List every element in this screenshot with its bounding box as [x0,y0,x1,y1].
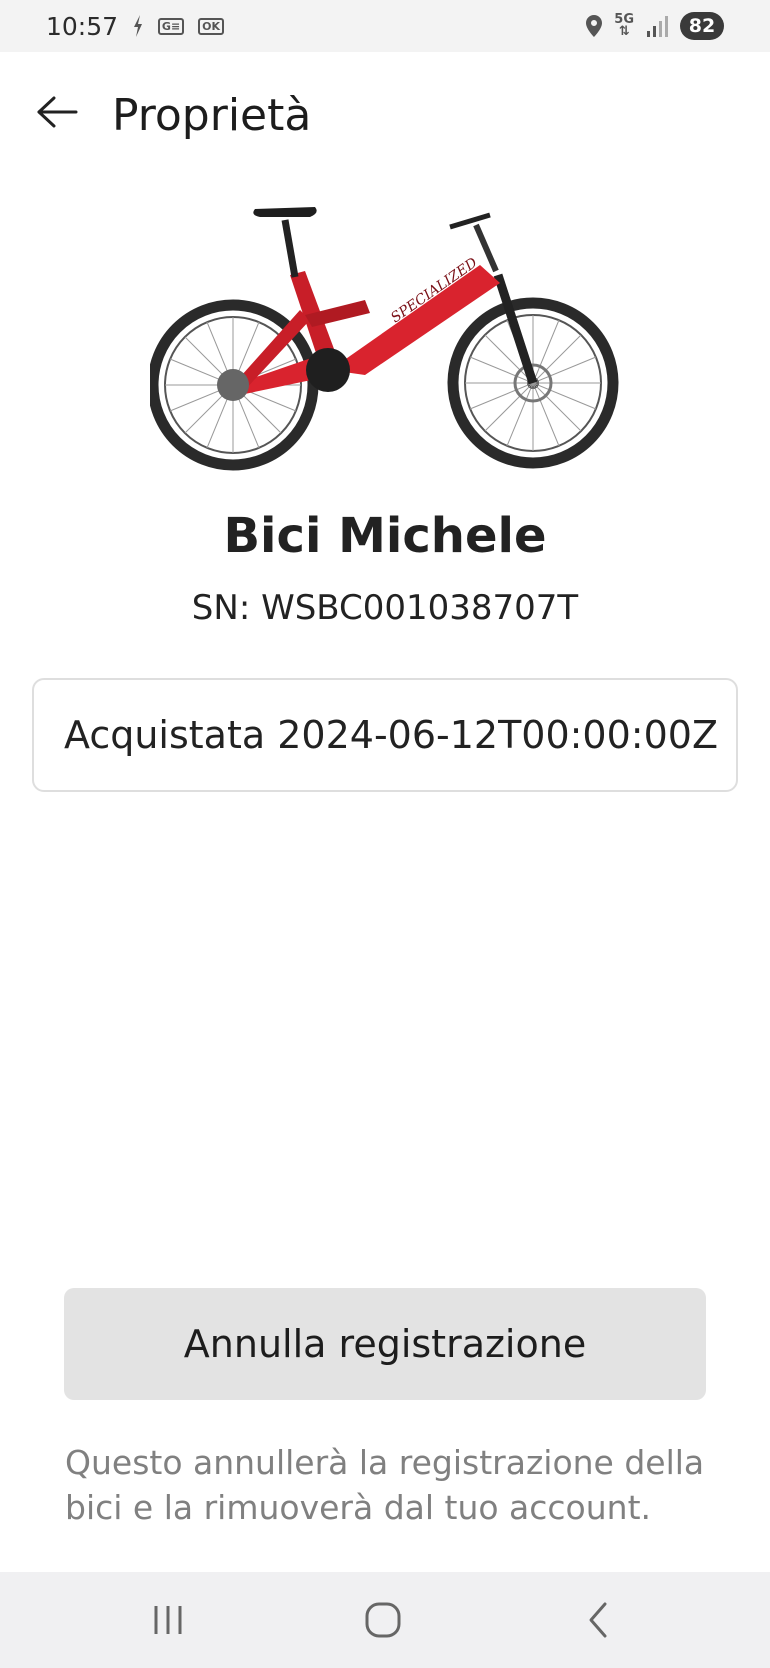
bike-name: Bici Michele [223,508,547,564]
battery-indicator: 82 [680,12,724,40]
home-button[interactable] [338,1592,428,1648]
status-bar: 10:57 G≡ OK 5G ⇅ 82 [0,0,770,52]
back-button[interactable] [34,94,82,130]
recents-icon [154,1606,182,1634]
page-title: Proprietà [112,90,312,141]
home-icon [365,1602,401,1638]
back-icon [589,1602,607,1638]
bolt-icon [132,15,144,37]
serial-number: SN: WSBC001038707T [191,588,579,628]
signal-icon [646,15,668,37]
status-left: 10:57 G≡ OK [46,11,225,41]
recents-button[interactable] [123,1592,213,1648]
status-time: 10:57 [46,11,119,41]
network-label: 5G [614,12,634,27]
nav-back-button[interactable] [553,1592,643,1648]
notification-ok-icon: OK [198,17,225,35]
5g-icon: 5G ⇅ [614,12,634,39]
bike-image: SPECIALIZED [150,207,619,471]
notification-g-icon: G≡ [158,17,185,35]
purchase-date-label: Acquistata 2024-06-12T00:00:00Z [64,713,718,757]
unregister-button[interactable]: Annulla registrazione [64,1288,706,1400]
unregister-note: Questo annullerà la registrazione della … [65,1443,705,1527]
system-nav-bar [0,1572,770,1668]
app-header: Proprietà [0,52,770,182]
location-icon [586,15,603,37]
purchase-date-card: Acquistata 2024-06-12T00:00:00Z [32,678,738,792]
arrow-left-icon [37,96,78,128]
status-right: 5G ⇅ 82 [586,12,724,40]
